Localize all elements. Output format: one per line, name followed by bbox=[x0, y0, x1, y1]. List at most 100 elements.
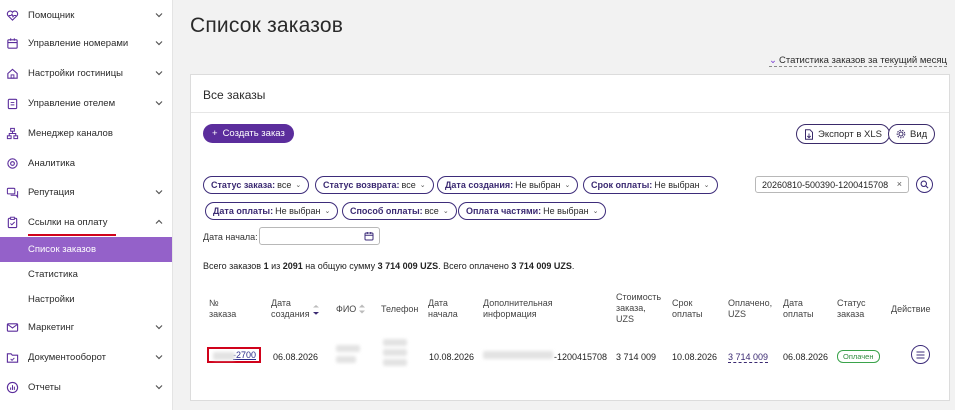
col-header-created[interactable]: Дата создания bbox=[271, 298, 311, 320]
col-header-extra-info[interactable]: Дополнительная информация bbox=[483, 298, 573, 320]
start-date-label: Дата начала: bbox=[203, 232, 258, 242]
summary-paid-sum: 3 714 009 UZS bbox=[511, 261, 572, 271]
sidebar-item-assistant[interactable]: Помощник bbox=[0, 0, 172, 30]
sidebar-item-payment-links[interactable]: Ссылки на оплату bbox=[0, 207, 172, 237]
filter-installments[interactable]: Оплата частями: Не выбран ⌄ bbox=[458, 202, 607, 220]
clipboard-icon bbox=[5, 96, 19, 110]
main-content: Список заказов ⌄ Статистика заказов за те… bbox=[173, 0, 955, 410]
col-header-paid-date[interactable]: Дата оплаты bbox=[783, 298, 819, 320]
sidebar-item-marketing[interactable]: Маркетинг bbox=[0, 312, 172, 342]
view-button[interactable]: Вид bbox=[888, 124, 936, 144]
row-actions-button[interactable] bbox=[911, 345, 930, 364]
chevron-down-icon bbox=[155, 325, 163, 330]
chevron-down-icon bbox=[155, 355, 163, 360]
create-order-button[interactable]: + Создать заказ bbox=[203, 124, 294, 143]
cell-due-date: 10.08.2026 bbox=[672, 352, 718, 362]
order-number-link[interactable]: -2700 bbox=[207, 347, 261, 363]
summary-text: Всего заказов bbox=[203, 261, 264, 271]
col-header-paid[interactable]: Оплачено, UZS bbox=[728, 298, 776, 320]
chevron-down-icon: ⌄ bbox=[564, 182, 571, 189]
start-date-input[interactable] bbox=[259, 227, 380, 245]
sidebar-item-analytics[interactable]: Аналитика bbox=[0, 148, 172, 178]
col-header-phone[interactable]: Телефон bbox=[381, 304, 418, 315]
sidebar-subitem-label: Статистика bbox=[28, 269, 78, 280]
col-header-order-no[interactable]: № заказа bbox=[209, 298, 243, 320]
chevron-down-icon bbox=[155, 13, 163, 18]
filter-value: Не выбран bbox=[654, 180, 700, 190]
sidebar-item-label: Маркетинг bbox=[28, 321, 75, 333]
calendar-icon bbox=[5, 36, 19, 50]
sidebar-subitem-statistics[interactable]: Статистика bbox=[0, 262, 172, 287]
create-order-label: Создать заказ bbox=[222, 128, 285, 139]
paid-amount-link[interactable]: 3 714 009 bbox=[728, 352, 769, 363]
chevron-down-icon bbox=[155, 385, 163, 390]
col-header-status[interactable]: Статус заказа bbox=[837, 298, 873, 320]
sidebar-subitem-label: Список заказов bbox=[28, 244, 97, 255]
chevron-down-icon: ⌄ bbox=[295, 182, 302, 189]
chevron-down-icon: ⌄ bbox=[324, 208, 331, 215]
filter-payment-term[interactable]: Срок оплаты: Не выбран ⌄ bbox=[583, 176, 718, 194]
col-header-start-date[interactable]: Дата начала bbox=[428, 298, 464, 320]
sidebar-item-label: Ссылки на оплату bbox=[28, 216, 108, 228]
filter-label: Дата оплаты: bbox=[213, 206, 274, 216]
export-xls-button[interactable]: Экспорт в XLS bbox=[796, 124, 890, 144]
filter-creation-date[interactable]: Дата создания: Не выбран ⌄ bbox=[437, 176, 579, 194]
view-label: Вид bbox=[910, 128, 928, 140]
col-header-action: Действие bbox=[891, 304, 931, 314]
chevron-down-icon: ⌄ bbox=[419, 182, 426, 189]
search-icon bbox=[920, 180, 929, 189]
chevron-down-icon bbox=[155, 101, 163, 106]
chart-icon bbox=[5, 380, 19, 394]
sidebar-item-reports[interactable]: Отчеты bbox=[0, 372, 172, 402]
clear-icon[interactable]: × bbox=[897, 179, 902, 189]
gear-icon bbox=[896, 129, 906, 139]
orders-summary: Всего заказов 1 из 2091 на общую сумму 3… bbox=[203, 261, 574, 271]
orders-panel: Все заказы + Создать заказ Экспорт в XLS … bbox=[190, 74, 950, 401]
clipboard-check-icon bbox=[5, 215, 19, 229]
summary-text: . bbox=[571, 261, 575, 271]
sidebar-item-rooms[interactable]: Управление номерами bbox=[0, 28, 172, 58]
col-header-cost[interactable]: Стоимость заказа, UZS bbox=[616, 292, 664, 325]
folder-icon bbox=[5, 350, 19, 364]
panel-title: Все заказы bbox=[203, 88, 266, 102]
filter-label: Срок оплаты: bbox=[591, 180, 653, 190]
redacted-fio bbox=[336, 345, 360, 352]
sidebar-item-hotel-settings[interactable]: Настройки гостиницы bbox=[0, 58, 172, 88]
cell-paid-date: 06.08.2026 bbox=[783, 352, 829, 362]
chevron-down-icon: ⌄ bbox=[769, 55, 778, 66]
chevron-down-icon: ⌄ bbox=[592, 208, 599, 215]
sidebar-item-hotel-management[interactable]: Управление отелем bbox=[0, 88, 172, 118]
sort-icon[interactable] bbox=[358, 304, 366, 314]
filter-payment-method[interactable]: Способ оплаты: все ⌄ bbox=[342, 202, 457, 220]
sidebar-item-label: Управление номерами bbox=[28, 37, 129, 49]
col-header-fio[interactable]: ФИО bbox=[336, 304, 356, 315]
envelope-icon bbox=[5, 320, 19, 334]
month-stats-label: Статистика заказов за текущий месяц bbox=[779, 55, 947, 66]
search-button[interactable] bbox=[916, 176, 933, 193]
filter-label: Способ оплаты: bbox=[350, 206, 423, 216]
sidebar-item-label: Репутация bbox=[28, 186, 75, 198]
sidebar-subitem-label: Настройки bbox=[28, 294, 75, 305]
filter-order-status[interactable]: Статус заказа: все ⌄ bbox=[203, 176, 310, 194]
filter-payment-date[interactable]: Дата оплаты: Не выбран ⌄ bbox=[205, 202, 339, 220]
filter-value: все bbox=[277, 180, 292, 190]
cell-start-date: 10.08.2026 bbox=[429, 352, 475, 362]
highlight-underline bbox=[28, 234, 116, 236]
filter-refund-status[interactable]: Статус возврата: все ⌄ bbox=[315, 176, 434, 194]
month-stats-link[interactable]: ⌄ Статистика заказов за текущий месяц bbox=[769, 55, 947, 67]
order-number-text: -2700 bbox=[232, 350, 256, 360]
chevron-down-icon bbox=[155, 41, 163, 46]
sidebar-item-channel-manager[interactable]: Менеджер каналов bbox=[0, 118, 172, 148]
chat-icon bbox=[5, 185, 19, 199]
sidebar-item-reputation[interactable]: Репутация bbox=[0, 177, 172, 207]
sidebar-subitem-settings[interactable]: Настройки bbox=[0, 287, 172, 312]
sidebar-item-documents[interactable]: Документооборот bbox=[0, 342, 172, 372]
sidebar-subitem-orders-list[interactable]: Список заказов bbox=[0, 237, 172, 262]
col-header-due[interactable]: Срок оплаты bbox=[672, 298, 710, 320]
filter-label: Статус заказа: bbox=[211, 180, 276, 190]
redacted-phone bbox=[383, 349, 407, 356]
sidebar-item-label: Менеджер каналов bbox=[28, 127, 113, 139]
filter-value: все bbox=[401, 180, 416, 190]
sort-desc-icon[interactable] bbox=[312, 305, 320, 315]
search-input[interactable]: 20260810-500390-1200415708 × bbox=[755, 176, 909, 193]
